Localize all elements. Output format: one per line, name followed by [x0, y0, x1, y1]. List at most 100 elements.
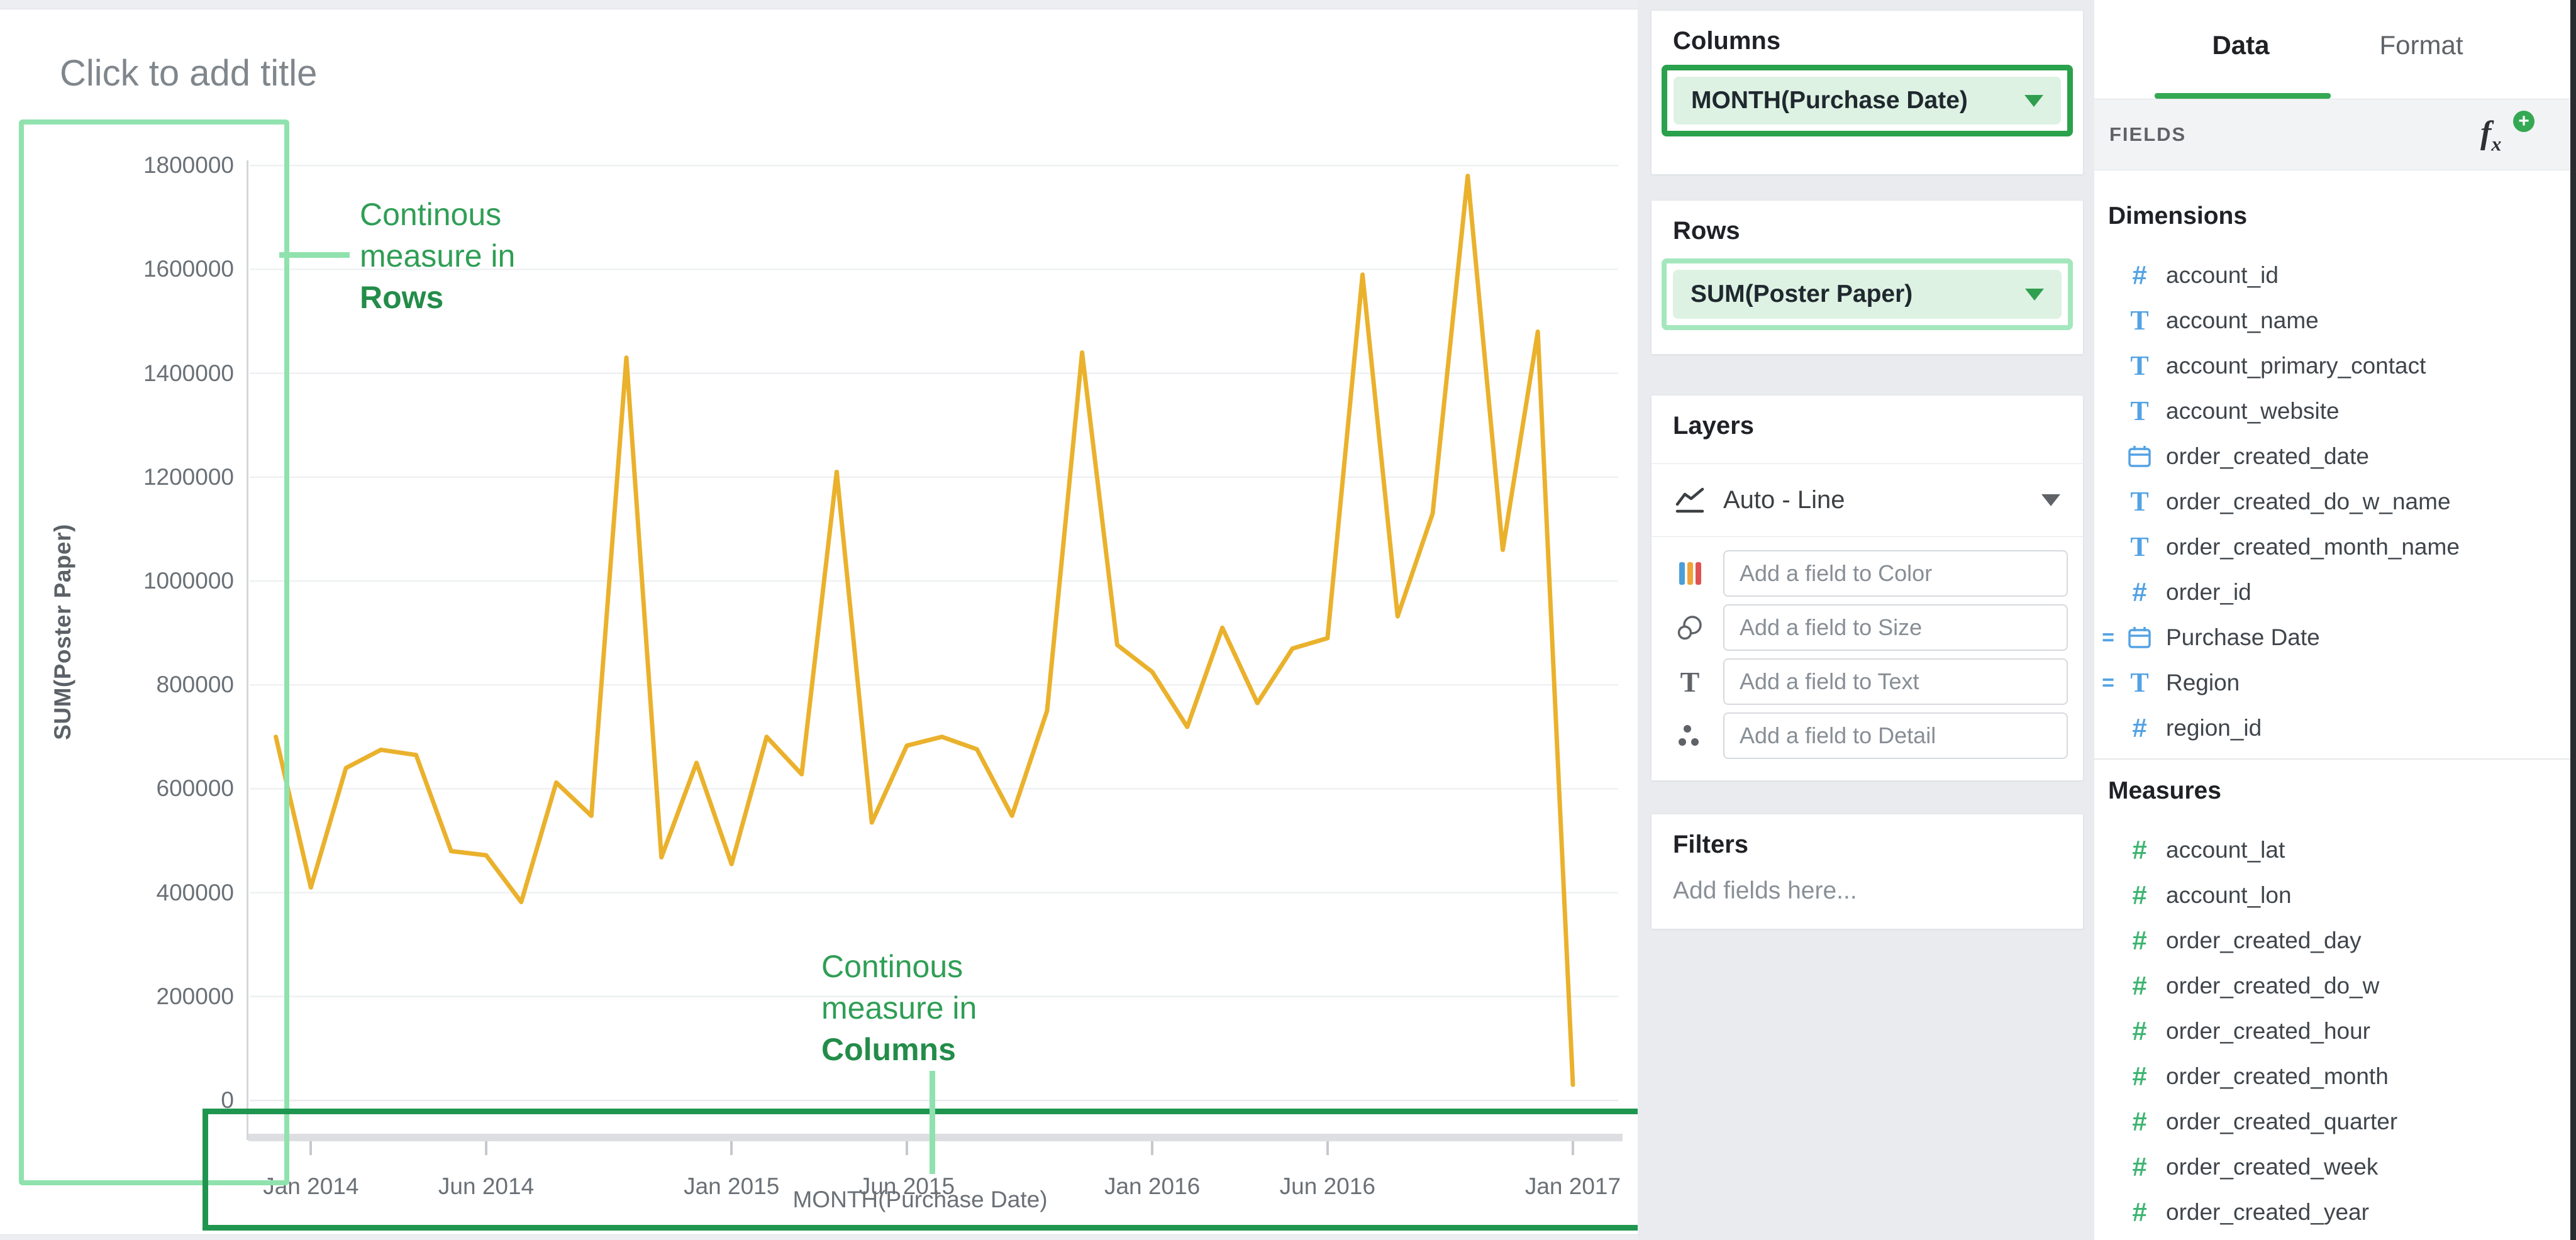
measures-section-title: Measures [2108, 777, 2221, 805]
x-tick-label: Jan 2017 [1491, 1173, 1655, 1200]
dimension-field-item[interactable]: = Purchase Date [2094, 615, 2571, 660]
text-icon: T [2130, 398, 2148, 424]
tab-format[interactable]: Format [2365, 30, 2478, 60]
text-icon: T [2130, 534, 2148, 560]
dimension-field-item[interactable]: =TRegion [2094, 660, 2571, 706]
measure-field-item[interactable]: # order_created_week [2094, 1144, 2571, 1190]
active-tab-indicator [2155, 93, 2331, 99]
dimension-field-item[interactable]: #region_id [2094, 706, 2571, 751]
layer-type-label: Auto - Line [1723, 486, 2041, 514]
annotation-line: Continous [360, 197, 501, 232]
field-name: Region [2166, 670, 2240, 696]
number-icon: # [2132, 262, 2146, 289]
measure-field-item[interactable]: #order_created_day [2094, 918, 2571, 963]
field-name: account_website [2166, 398, 2340, 424]
number-icon: # [2132, 837, 2146, 863]
field-name: account_name [2166, 307, 2319, 334]
measure-field-item[interactable]: # account_lat [2094, 828, 2571, 873]
annotation-line: measure in [821, 990, 977, 1026]
x-tick-mark [1151, 1141, 1153, 1155]
measure-field-item[interactable]: #order_created_quarter [2094, 1099, 2571, 1144]
x-tick-mark [309, 1141, 312, 1155]
calculated-equals-icon: = [2094, 626, 2122, 650]
chevron-down-icon[interactable] [2025, 289, 2044, 301]
rows-shelf: Rows SUM(Poster Paper) [1651, 200, 2084, 355]
annotation-emphasis: Rows [360, 280, 443, 315]
add-field-to-detail-input[interactable] [1723, 712, 2068, 759]
measure-field-item[interactable]: #order_created_do_w [2094, 963, 2571, 1009]
y-tick-label: 200000 [75, 983, 234, 1010]
chevron-down-icon[interactable] [2024, 95, 2043, 107]
number-icon: # [2132, 1018, 2146, 1044]
measure-field-item[interactable]: #order_created_month [2094, 1054, 2571, 1099]
chart-title-placeholder[interactable]: Click to add title [60, 52, 317, 94]
measure-field-item[interactable]: #order_created_hour [2094, 1009, 2571, 1054]
columns-annotation-text: Continous measure in Columns [821, 946, 977, 1070]
layers-title: Layers [1673, 412, 1754, 440]
dimension-field-item[interactable]: #order_id [2094, 570, 2571, 615]
rows-field-pill[interactable]: SUM(Poster Paper) [1673, 270, 2062, 319]
tab-data[interactable]: Data [2187, 30, 2294, 60]
number-icon: # [2132, 579, 2146, 606]
divider [1652, 536, 2083, 537]
plus-icon: + [2513, 111, 2534, 132]
dimension-field-item[interactable]: Taccount_website [2094, 389, 2571, 434]
y-tick-label: 600000 [75, 775, 234, 802]
field-name: Purchase Date [2166, 624, 2320, 651]
annotation-line: Continous [821, 949, 963, 984]
columns-pill-label: MONTH(Purchase Date) [1691, 87, 2024, 114]
annotation-line: measure in [360, 238, 515, 274]
columns-field-pill[interactable]: MONTH(Purchase Date) [1674, 77, 2061, 125]
dimensions-list: #account_idTaccount_nameTaccount_primary… [2094, 253, 2571, 751]
x-tick-mark [1326, 1141, 1329, 1155]
number-icon: # [2132, 1154, 2146, 1180]
field-name: order_created_do_w_name [2166, 489, 2451, 515]
dimension-field-item[interactable]: order_created_date [2094, 434, 2571, 479]
x-tick-mark [730, 1141, 733, 1155]
field-name: order_created_month [2166, 1063, 2389, 1090]
field-name: order_created_day [2166, 927, 2362, 954]
dimension-field-item[interactable]: Torder_created_do_w_name [2094, 479, 2571, 524]
field-name: account_lon [2166, 882, 2292, 909]
rows-shelf-title: Rows [1673, 217, 1740, 245]
window-edge [2570, 0, 2576, 1240]
dimension-field-item[interactable]: Torder_created_month_name [2094, 524, 2571, 570]
rows-pill-label: SUM(Poster Paper) [1690, 280, 2025, 308]
y-tick-label: 400000 [75, 879, 234, 907]
layer-type-selector[interactable]: Auto - Line [1652, 464, 2083, 536]
measures-list: #account_lat#account_lon#order_created_d… [2094, 828, 2571, 1235]
y-tick-label: 1200000 [75, 463, 234, 491]
layer-drop-row-text: T [1652, 660, 2068, 704]
x-tick-mark [906, 1141, 908, 1155]
x-tick-mark [1572, 1141, 1574, 1155]
x-axis-title: MONTH(Purchase Date) [731, 1187, 1109, 1213]
chevron-down-icon[interactable] [2041, 494, 2060, 506]
dimension-field-item[interactable]: #account_id [2094, 253, 2571, 298]
measure-field-item[interactable]: # account_lon [2094, 873, 2571, 918]
dimension-field-item[interactable]: Taccount_primary_contact [2094, 343, 2571, 389]
color-icon [1675, 560, 1704, 587]
shelf-panel: Columns MONTH(Purchase Date) Rows SUM(Po… [1638, 0, 2094, 1240]
add-field-to-size-input[interactable] [1723, 604, 2068, 651]
number-icon: # [2132, 715, 2146, 741]
x-tick-label: Jan 2014 [229, 1173, 392, 1200]
columns-shelf-title: Columns [1673, 27, 1780, 55]
number-icon: # [2132, 882, 2146, 909]
text-icon: T [2130, 489, 2148, 515]
dimension-field-item[interactable]: Taccount_name [2094, 298, 2571, 343]
number-icon: # [2132, 973, 2146, 999]
text-icon: T [2130, 670, 2148, 696]
columns-shelf: Columns MONTH(Purchase Date) [1651, 10, 2084, 175]
field-name: order_created_week [2166, 1154, 2378, 1180]
filters-drop-zone[interactable]: Add fields here... [1673, 877, 1857, 905]
add-field-to-text-input[interactable] [1723, 658, 2068, 705]
fx-icon: fx [2480, 115, 2501, 151]
add-field-to-color-input[interactable] [1723, 550, 2068, 597]
fields-header-label: FIELDS [2109, 123, 2186, 146]
rows-annotation-connector [279, 252, 350, 258]
layer-drop-zones: T [1652, 551, 2083, 768]
field-name: account_lat [2166, 837, 2285, 863]
number-icon: # [2132, 1199, 2146, 1226]
measure-field-item[interactable]: #order_created_year [2094, 1190, 2571, 1235]
add-calculated-field-button[interactable]: fx + [2480, 114, 2531, 158]
